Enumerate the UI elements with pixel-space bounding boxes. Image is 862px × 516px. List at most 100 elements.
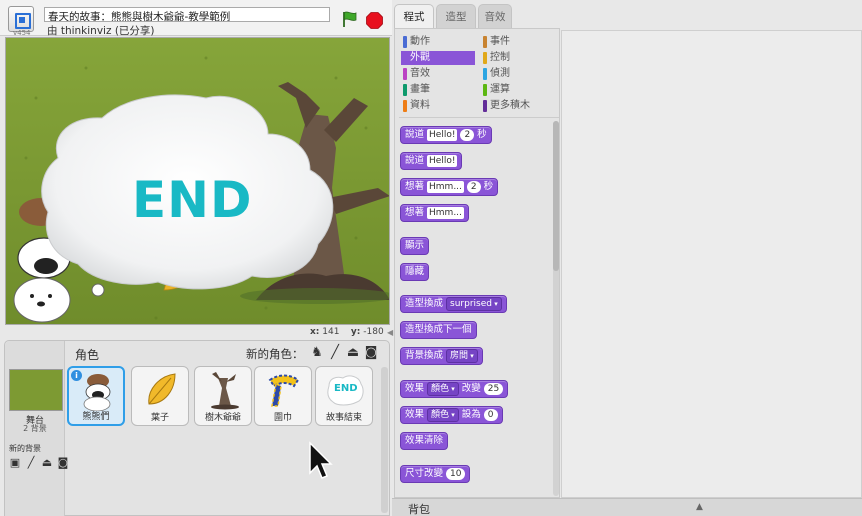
block-text-input[interactable]: Hmm... [427,181,464,193]
category-pen[interactable]: 畫筆 [401,83,430,97]
switch-costume-block[interactable]: 造型換成 surprised [400,295,507,313]
new-backdrop-label: 新的背景 [9,444,41,453]
next-costume-block[interactable]: 造型換成下一個 [400,321,477,339]
think-for-secs-block[interactable]: 想著 Hmm... 2 秒 [400,178,499,196]
upload-backdrop-icon[interactable]: ⏏ [41,457,53,468]
sprite-list-scrollbar[interactable] [381,367,388,513]
backdrop-library-icon[interactable]: ▣ [9,457,21,468]
backdrop-dropdown[interactable]: 房間 [446,349,478,363]
set-effect-block[interactable]: 效果 顏色 設為 0 [400,406,503,424]
coord-x-label: x: [310,327,320,337]
block-label: 顯示 [405,240,425,251]
block-label: 秒 [483,181,494,192]
sprite-tile-scarf[interactable]: 圍巾 [254,366,312,426]
palette-scrollbar-thumb[interactable] [553,121,559,271]
backdrop-count: 2 背景 [23,424,47,433]
block-number-input[interactable]: 2 [466,181,481,193]
new-sprite-label: 新的角色： [246,347,304,361]
block-number-input[interactable]: 0 [483,409,498,421]
block-number-input[interactable]: 10 [446,468,466,480]
costume-dropdown[interactable]: surprised [446,297,502,311]
block-label: 造型換成 [405,298,444,309]
palette-scrollbar[interactable] [553,121,559,496]
category-sound[interactable]: 音效 [401,67,430,81]
stop-icon[interactable] [366,12,383,29]
block-label: 說道 [405,155,425,166]
block-label: 效果 [405,383,425,394]
mouse-coordinates: x: 141 y: -180 [310,327,384,337]
paint-sprite-icon[interactable]: ╱ [328,346,342,360]
block-number-input[interactable]: 25 [483,383,504,395]
block-label: 想著 [405,181,425,192]
say-for-secs-block[interactable]: 說道 Hello! 2 秒 [400,126,492,144]
category-more-blocks[interactable]: 更多積木 [481,99,530,113]
sprites-panel: 舞台 2 背景 新的背景 ▣ ╱ ⏏ ◙ 角色 新的角色： ♞ ╱ ⏏ ◙ i [4,340,390,516]
sprite-tile-leaf[interactable]: 葉子 [131,366,189,426]
paint-backdrop-icon[interactable]: ╱ [25,457,37,468]
end-thumb-text: END [334,383,358,394]
sprite-tile-story-end[interactable]: END 故事結束 [315,366,373,426]
tab-sounds[interactable]: 音效 [478,4,512,28]
effect-dropdown[interactable]: 顏色 [427,408,459,422]
sprite-name: 樹木爺爺 [204,413,241,423]
new-backdrop-tools: ▣ ╱ ⏏ ◙ [9,457,69,468]
project-owner: 由 thinkinviz (已分享) [47,25,155,37]
change-effect-block[interactable]: 效果 顏色 改變 25 [400,380,509,398]
sprite-name: 熊熊們 [82,412,110,422]
tab-scripts[interactable]: 程式 [394,4,434,29]
clear-effects-block[interactable]: 效果清除 [400,432,449,450]
block-palette: 動作 事件 外觀 控制 音效 偵測 畫筆 運算 資料 更多積木 說道 Hello… [394,28,560,498]
switch-backdrop-block[interactable]: 背景換成 房間 [400,347,483,365]
tab-costumes[interactable]: 造型 [436,4,476,28]
block-text-input[interactable]: Hello! [427,155,458,167]
category-data[interactable]: 資料 [401,99,430,113]
category-events[interactable]: 事件 [481,35,510,49]
camera-sprite-icon[interactable]: ◙ [364,346,378,360]
stage-column: 舞台 2 背景 新的背景 ▣ ╱ ⏏ ◙ [5,341,68,516]
upload-sprite-icon[interactable]: ⏏ [346,346,360,360]
say-block[interactable]: 說道 Hello! [400,152,463,170]
version-label: v454 [13,29,31,37]
block-label: 背景換成 [405,350,444,361]
palette-divider [399,117,559,118]
category-sensing[interactable]: 偵測 [481,67,510,81]
stage[interactable]: END [5,37,390,325]
end-text: END [132,171,253,229]
scarf-thumbnail [268,374,300,407]
block-number-input[interactable]: 2 [460,129,475,141]
sprite-library-icon[interactable]: ♞ [310,346,324,360]
category-looks[interactable]: 外觀 [401,51,475,65]
block-label: 說道 [405,129,425,140]
block-label: 尺寸改變 [405,468,444,479]
coord-x-value: 141 [322,327,340,337]
category-control[interactable]: 控制 [481,51,510,65]
show-block[interactable]: 顯示 [400,237,430,255]
backpack-bar[interactable]: 背包 ▲ [392,498,862,516]
category-motion[interactable]: 動作 [401,35,430,49]
effect-dropdown[interactable]: 顏色 [427,382,459,396]
block-label: 效果清除 [405,435,444,446]
sprite-tile-tree[interactable]: 樹木爺爺 [194,366,252,426]
think-block[interactable]: 想著 Hmm... [400,204,469,222]
scripts-area[interactable] [561,30,862,498]
block-label: 效果 [405,409,425,420]
stage-header: v454 春天的故事：熊熊與樹木爺爺-教學範例 由 thinkinviz (已分… [0,0,392,37]
coord-y-value: -180 [363,327,384,337]
block-label: 秒 [477,129,487,140]
block-label: 造型換成下一個 [405,324,472,335]
block-text-input[interactable]: Hmm... [427,207,464,219]
sprite-name: 葉子 [150,413,169,423]
green-flag-icon[interactable] [341,10,359,28]
stage-thumbnail[interactable] [9,369,63,411]
category-operators[interactable]: 運算 [481,83,510,97]
sprite-name: 故事結束 [325,413,362,423]
backpack-expand-icon[interactable]: ▲ [696,502,703,512]
project-title-input[interactable]: 春天的故事：熊熊與樹木爺爺-教學範例 [44,7,330,22]
block-label: 想著 [405,207,425,218]
hide-block[interactable]: 隱藏 [400,263,430,281]
block-text-input[interactable]: Hello! [427,129,458,141]
scratch-editor: v454 春天的故事：熊熊與樹木爺爺-教學範例 由 thinkinviz (已分… [0,0,862,516]
sprite-tile-bears[interactable]: i 熊熊們 [67,366,125,426]
collapse-stage-arrow-icon[interactable]: ◀ [387,328,393,338]
change-size-block[interactable]: 尺寸改變 10 [400,465,471,483]
